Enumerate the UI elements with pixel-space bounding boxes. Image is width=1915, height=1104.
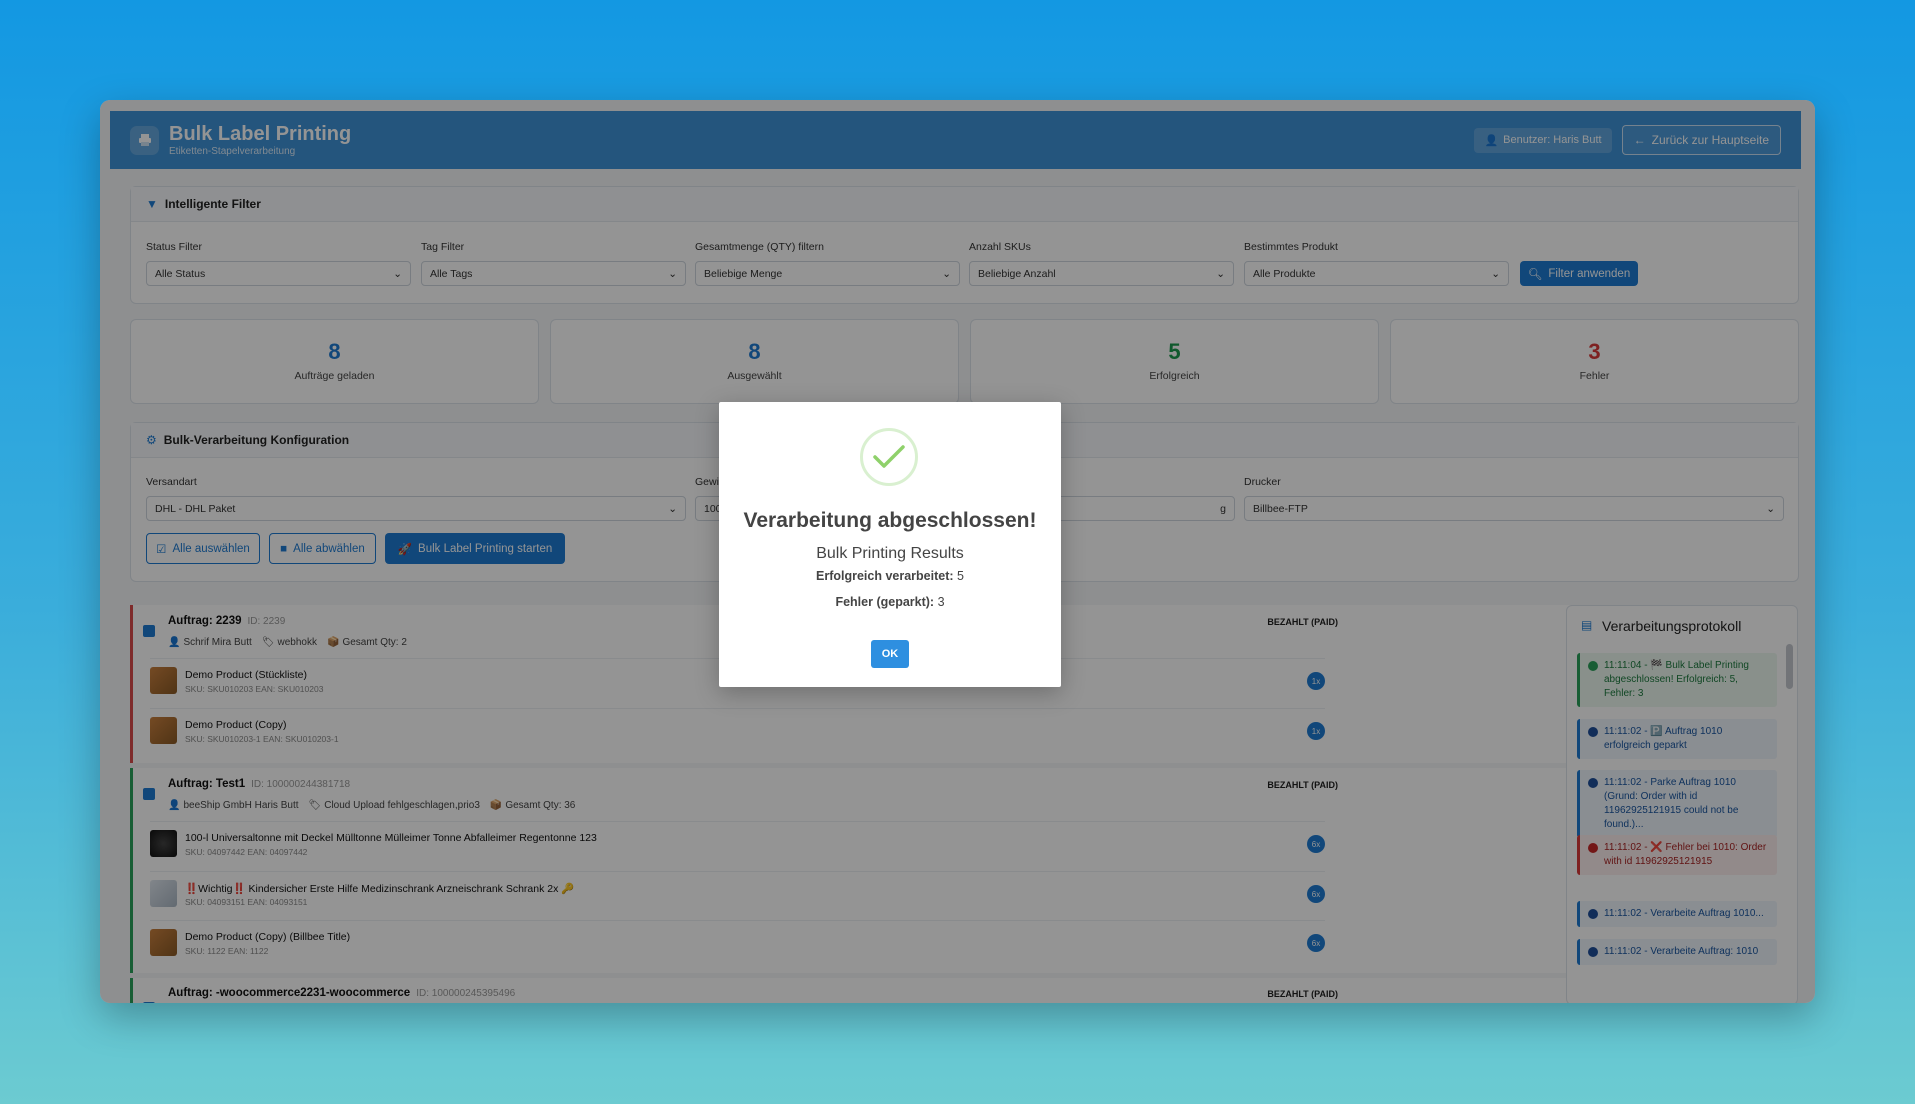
- success-check-icon: [860, 428, 918, 486]
- ok-button[interactable]: OK: [871, 640, 909, 668]
- result-modal: Verarbeitung abgeschlossen! Bulk Printin…: [719, 402, 1061, 687]
- modal-title: Verarbeitung abgeschlossen!: [743, 509, 1037, 532]
- success-count: Erfolgreich verarbeitet: 5: [816, 569, 964, 583]
- modal-subtitle: Bulk Printing Results: [816, 545, 964, 562]
- error-count: Fehler (geparkt): 3: [835, 595, 945, 609]
